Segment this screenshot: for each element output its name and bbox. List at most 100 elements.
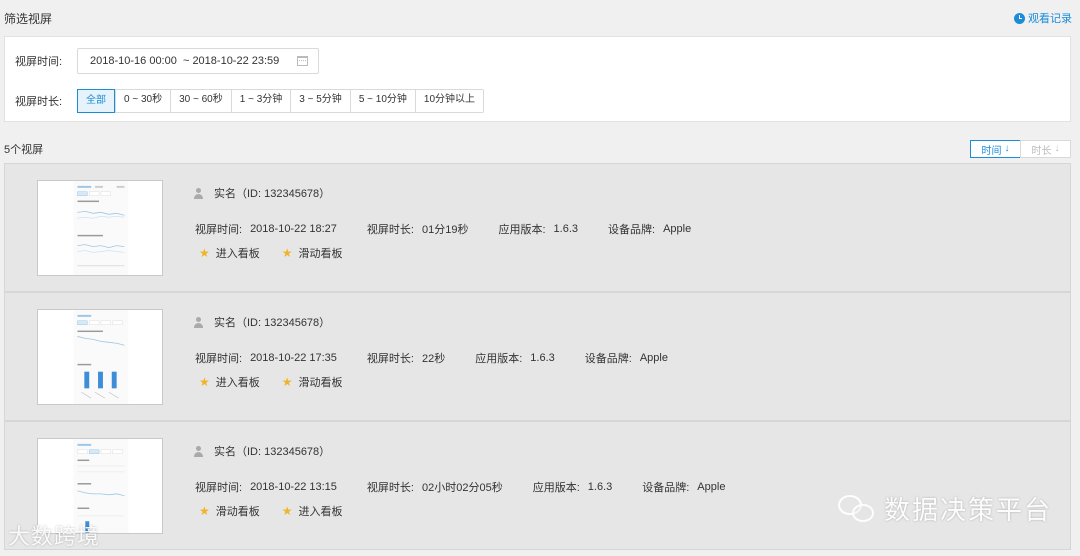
version-value: 1.6.3 <box>553 223 578 235</box>
video-card-body: 实名（ID: 132345678） 视屏时间: 2018-10-22 13:15… <box>193 422 1070 549</box>
event-tags: ★ 进入看板 ★ 滑动看板 <box>199 245 343 261</box>
brand-label: 设备品牌: <box>642 482 690 494</box>
star-icon: ★ <box>281 375 293 389</box>
event-tag[interactable]: ★ 滑动看板 <box>282 245 343 261</box>
duration-option-30-60s[interactable]: 30 ~ 60秒 <box>170 90 231 112</box>
sort-group: 时间 ↓ 时长 ↓ <box>970 140 1071 158</box>
version-label: 应用版本: <box>532 482 580 494</box>
view-history-link[interactable]: 观看记录 <box>1014 10 1072 26</box>
brand-value: Apple <box>663 223 692 235</box>
time-label: 视屏时间: <box>195 353 243 365</box>
date-range-picker[interactable]: 2018-10-16 00:00 ~ 2018-10-22 23:59 <box>77 48 319 74</box>
top-bar: 筛选视屏 观看记录 <box>0 0 1080 36</box>
person-icon <box>193 187 204 199</box>
watermark-left-text: 大数跨境 <box>8 525 101 550</box>
sort-by-time-button[interactable]: 时间 ↓ <box>970 140 1021 158</box>
page-title: 筛选视屏 <box>4 11 53 26</box>
video-card[interactable]: 实名（ID: 132345678） 视屏时间: 2018-10-22 13:15… <box>4 421 1071 550</box>
time-value: 2018-10-22 13:15 <box>250 481 337 493</box>
event-tags: ★ 进入看板 ★ 滑动看板 <box>199 374 343 390</box>
duration-value: 22秒 <box>421 353 446 365</box>
watermark-right: 数据决策平台 <box>838 490 1052 527</box>
wechat-icon <box>838 493 876 525</box>
date-range-value: 2018-10-16 00:00 ~ 2018-10-22 23:59 <box>90 55 280 67</box>
duration-label: 视屏时长: <box>366 224 414 236</box>
user-name: 实名（ID: 132345678） <box>214 446 331 458</box>
watermark-left-logo: 大数跨境 <box>8 519 100 551</box>
person-icon <box>193 316 204 328</box>
duration-option-10min-plus[interactable]: 10分钟以上 <box>414 90 484 112</box>
version-value: 1.6.3 <box>587 481 613 493</box>
sort-by-time-label: 时间 <box>981 145 1002 157</box>
event-tag-label: 进入看板 <box>215 248 260 260</box>
time-filter-label: 视屏时间: <box>15 56 63 68</box>
sort-by-duration-button[interactable]: 时长 ↓ <box>1020 140 1071 158</box>
event-tag-label: 滑动看板 <box>298 377 343 389</box>
event-tag-label: 滑动看板 <box>215 506 260 518</box>
star-icon: ★ <box>199 246 210 260</box>
video-card[interactable]: 实名（ID: 132345678） 视屏时间: 2018-10-22 17:35… <box>4 292 1071 421</box>
duration-option-all[interactable]: 全部 <box>77 89 115 113</box>
event-tag[interactable]: ★ 滑动看板 <box>282 374 343 390</box>
user-name: 实名（ID: 132345678） <box>214 317 331 329</box>
event-tag[interactable]: ★ 进入看板 <box>282 503 343 519</box>
duration-filter-row: 视屏时长: 全部 0 ~ 30秒 30 ~ 60秒 1 ~ 3分钟 3 ~ 5分… <box>5 81 1070 121</box>
brand-label: 设备品牌: <box>608 224 656 236</box>
event-tag-label: 进入看板 <box>298 506 343 518</box>
brand-label: 设备品牌: <box>584 353 632 365</box>
dashboard-preview-image <box>73 181 129 275</box>
time-label: 视屏时间: <box>195 224 243 236</box>
duration-option-3-5min[interactable]: 3 ~ 5分钟 <box>290 90 350 112</box>
clock-icon <box>1014 12 1025 24</box>
star-icon: ★ <box>199 375 210 389</box>
sort-by-duration-label: 时长 <box>1031 145 1052 157</box>
video-card-body: 实名（ID: 132345678） 视屏时间: 2018-10-22 18:27… <box>193 164 1070 291</box>
video-thumbnail[interactable] <box>37 309 163 405</box>
duration-segmented-control: 全部 0 ~ 30秒 30 ~ 60秒 1 ~ 3分钟 3 ~ 5分钟 5 ~ … <box>77 89 485 113</box>
time-value: 2018-10-22 17:35 <box>250 352 337 364</box>
user-row: 实名（ID: 132345678） <box>193 443 330 459</box>
event-tag[interactable]: ★ 进入看板 <box>199 245 260 261</box>
duration-option-5-10min[interactable]: 5 ~ 10分钟 <box>349 90 415 112</box>
version-label: 应用版本: <box>475 353 523 365</box>
brand-value: Apple <box>639 352 668 364</box>
duration-value: 02小时02分05秒 <box>421 482 503 494</box>
star-icon: ★ <box>281 246 293 260</box>
meta-row: 视屏时间: 2018-10-22 17:35 视屏时长: 22秒 应用版本: 1… <box>195 350 698 366</box>
version-label: 应用版本: <box>498 224 546 236</box>
view-history-label: 观看记录 <box>1028 13 1072 25</box>
time-filter-row: 视屏时间: 2018-10-16 00:00 ~ 2018-10-22 23:5… <box>5 41 1070 81</box>
star-icon: ★ <box>281 504 293 518</box>
duration-label: 视屏时长: <box>366 353 414 365</box>
duration-label: 视屏时长: <box>366 482 414 494</box>
user-row: 实名（ID: 132345678） <box>193 185 330 201</box>
arrow-down-icon: ↓ <box>1054 143 1060 154</box>
watermark-right-text: 数据决策平台 <box>884 496 1053 526</box>
video-card-body: 实名（ID: 132345678） 视屏时间: 2018-10-22 17:35… <box>193 293 1070 420</box>
time-value: 2018-10-22 18:27 <box>250 223 337 235</box>
event-tag-label: 进入看板 <box>215 377 260 389</box>
filter-panel: 视屏时间: 2018-10-16 00:00 ~ 2018-10-22 23:5… <box>4 36 1071 122</box>
video-count: 5个视屏 <box>4 144 44 156</box>
calendar-icon <box>297 56 308 66</box>
dashboard-preview-image <box>73 310 129 404</box>
meta-row: 视屏时间: 2018-10-22 18:27 视屏时长: 01分19秒 应用版本… <box>195 221 721 237</box>
event-tag[interactable]: ★ 进入看板 <box>199 374 260 390</box>
time-label: 视屏时间: <box>195 482 243 494</box>
person-icon <box>193 445 204 457</box>
brand-value: Apple <box>697 481 726 493</box>
video-thumbnail[interactable] <box>37 180 163 276</box>
version-value: 1.6.3 <box>530 352 555 364</box>
meta-row: 视屏时间: 2018-10-22 13:15 视屏时长: 02小时02分05秒 … <box>195 479 755 495</box>
duration-value: 01分19秒 <box>421 224 469 236</box>
user-row: 实名（ID: 132345678） <box>193 314 330 330</box>
star-icon: ★ <box>199 504 210 518</box>
video-card[interactable]: 实名（ID: 132345678） 视屏时间: 2018-10-22 18:27… <box>4 163 1071 292</box>
event-tag[interactable]: ★ 滑动看板 <box>199 503 260 519</box>
duration-option-1-3min[interactable]: 1 ~ 3分钟 <box>230 90 291 112</box>
duration-option-0-30s[interactable]: 0 ~ 30秒 <box>115 90 171 112</box>
event-tags: ★ 滑动看板 ★ 进入看板 <box>199 503 343 519</box>
event-tag-label: 滑动看板 <box>298 248 343 260</box>
user-name: 实名（ID: 132345678） <box>214 188 331 200</box>
arrow-down-icon: ↓ <box>1004 143 1010 154</box>
